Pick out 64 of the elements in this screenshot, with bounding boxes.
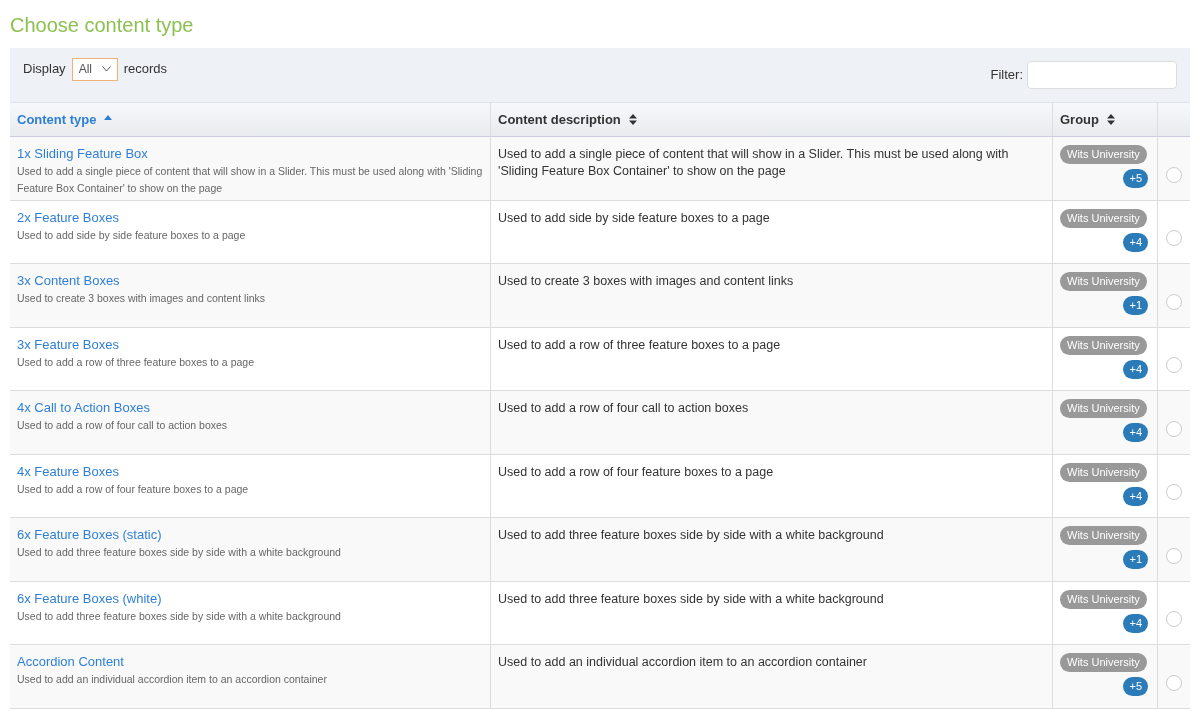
content-type-link[interactable]: 4x Feature Boxes [17,463,483,480]
more-groups-badge: +4 [1123,486,1148,506]
content-type-link[interactable]: 2x Feature Boxes [17,209,483,226]
more-groups-badge: +1 [1123,550,1148,569]
display-label: Display [23,60,66,79]
radio-button[interactable] [1166,166,1182,183]
description-cell-text: Used to create 3 boxes with images and content links [498,273,795,290]
column-header[interactable]: Group [1060,109,1115,130]
content-type-link[interactable]: Accordion Content [17,654,483,670]
content-type-summary: Used to add a row of three feature boxes to a page [17,354,255,370]
more-groups-badge: +4 [1123,232,1148,252]
content-type-summary: Used to add an individual accordion item to an accordion container [17,672,328,687]
group-badge: Wits University [1060,145,1147,164]
content-type-link[interactable]: 6x Feature Boxes (static) [17,527,483,543]
content-type-summary: Used to add three feature boxes side by side with a white background [17,545,342,560]
content-type-summary: Used to add a row of four feature boxes to a page [17,481,250,497]
more-groups-badge: +4 [1123,613,1148,633]
more-groups-badge: +5 [1123,169,1148,188]
content-type-link[interactable]: 3x Feature Boxes [17,336,483,353]
radio-button[interactable] [1166,547,1182,564]
group-badge: Wits University [1060,208,1147,228]
radio-button[interactable] [1166,420,1182,437]
content-type-link[interactable]: 4x Call to Action Boxes [17,400,483,416]
radio-button[interactable] [1166,357,1182,374]
description-cell-text: Used to add a row of four feature boxes to a page [498,463,775,481]
filter-label: Filter: [990,66,1023,85]
group-badge: Wits University [1060,399,1147,418]
content-type-summary: Used to create 3 boxes with images and content links [17,291,267,306]
records-per-page-select[interactable]: All [71,57,118,81]
column-header[interactable]: Content description [498,109,637,130]
more-groups-badge: +5 [1123,677,1148,696]
content-type-summary: Used to add side by side feature boxes to a page [17,227,247,243]
group-badge: Wits University [1060,272,1147,291]
radio-button[interactable] [1166,674,1182,691]
content-type-link[interactable]: 3x Content Boxes [17,273,483,289]
radio-button[interactable] [1166,484,1182,501]
description-cell-text: Used to add a row of three feature boxes to a page [498,336,782,354]
page-title: Choose content type [10,13,195,38]
more-groups-badge: +4 [1123,423,1148,442]
group-badge: Wits University [1060,526,1147,545]
description-cell-text: Used to add a row of four call to action boxes [498,400,750,417]
radio-button[interactable] [1166,611,1182,628]
content-type-summary: Used to add a row of four call to action boxes [17,418,229,433]
radio-button[interactable] [1166,230,1182,247]
content-type-link[interactable]: 1x Sliding Feature Box [17,146,483,162]
content-type-summary: Used to add three feature boxes side by side with a white background [17,608,342,624]
content-type-summary: Used to add a single piece of content that will show in a Slider. This must be used along with 'Sliding Feature Box Container' to show on the page [17,164,483,196]
chevron-down-icon [101,66,111,72]
group-badge: Wits University [1060,335,1147,355]
group-badge: Wits University [1060,653,1147,672]
description-cell-text: Used to add an individual accordion item to an accordion container [498,654,868,671]
group-badge: Wits University [1060,589,1147,609]
description-cell-text: Used to add three feature boxes side by side with a white background [498,590,885,608]
more-groups-badge: +1 [1123,296,1148,315]
column-header[interactable]: Content type [17,109,113,130]
records-label: records [123,60,167,79]
content-type-link[interactable]: 6x Feature Boxes (white) [17,590,483,607]
more-groups-badge: +4 [1123,359,1148,379]
description-cell-text: Used to add a single piece of content that will show in a Slider. This must be used along with 'Sliding Feature Box Container' to show on the page [498,146,1010,180]
description-cell-text: Used to add three feature boxes side by side with a white background [498,527,885,544]
group-badge: Wits University [1060,462,1147,482]
filter-field[interactable] [1027,61,1177,89]
description-cell-text: Used to add side by side feature boxes to a page [498,209,771,227]
radio-button[interactable] [1166,293,1182,310]
